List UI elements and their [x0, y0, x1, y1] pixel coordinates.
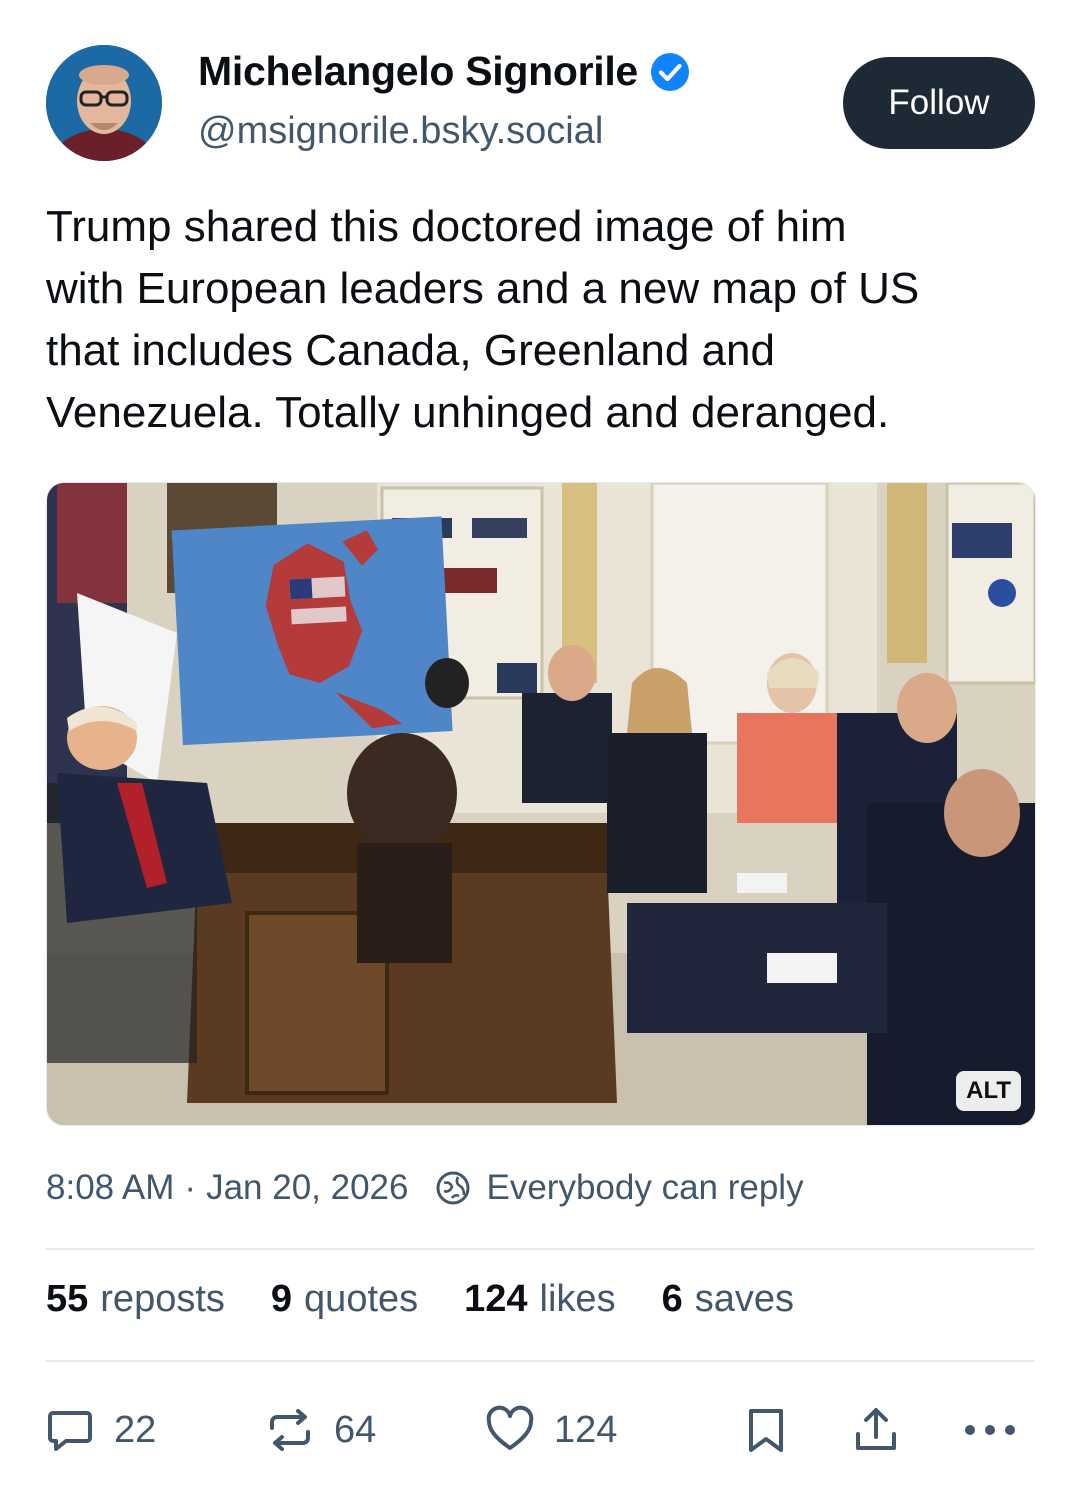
verified-check-icon[interactable] [650, 52, 690, 92]
divider [46, 1360, 1034, 1362]
post-text-line: Venezuela. Totally unhinged and deranged… [46, 388, 890, 437]
reply-icon [48, 1411, 92, 1451]
author-handle[interactable]: @msignorile.bsky.social [198, 110, 603, 153]
reposts-label: reposts [100, 1278, 225, 1320]
display-name-text: Michelangelo Signorile [198, 48, 638, 94]
repost-button[interactable]: 64 [264, 1395, 376, 1465]
post-meta: 8:08 AM · Jan 20, 2026 Everybody can rep… [46, 1168, 804, 1208]
quotes-stat[interactable]: 9 quotes [271, 1278, 418, 1321]
likes-count: 124 [464, 1278, 528, 1320]
bookmark-icon [749, 1409, 783, 1452]
post-text-line: Trump shared this doctored image of him [46, 202, 847, 251]
share-button[interactable] [850, 1395, 902, 1465]
author-avatar[interactable] [46, 45, 162, 161]
quotes-label: quotes [304, 1278, 419, 1320]
post-text: Trump shared this doctored image of him … [46, 196, 1046, 444]
reply-count: 22 [114, 1408, 157, 1451]
likes-label: likes [539, 1278, 616, 1320]
reply-setting-text: Everybody can reply [486, 1168, 804, 1207]
saves-label: saves [694, 1278, 794, 1320]
post-text-line: that includes Canada, Greenland and [46, 326, 775, 375]
avatar-image [46, 45, 162, 161]
saves-stat[interactable]: 6 saves [662, 1278, 794, 1321]
like-count: 124 [554, 1408, 618, 1451]
follow-button[interactable]: Follow [843, 57, 1035, 149]
post-date: Jan 20, 2026 [206, 1168, 409, 1207]
share-icon [856, 1408, 896, 1450]
repost-icon [270, 1409, 310, 1451]
reply-button[interactable]: 22 [44, 1395, 156, 1465]
more-options-button[interactable] [960, 1395, 1020, 1465]
reposts-count: 55 [46, 1278, 89, 1320]
post-action-bar: 22 64 124 [0, 1395, 1080, 1465]
quotes-count: 9 [270, 1278, 293, 1320]
likes-stat[interactable]: 124 likes [464, 1278, 615, 1321]
oval-office-photo [47, 483, 1035, 1125]
reply-setting[interactable]: Everybody can reply [434, 1168, 804, 1208]
like-button[interactable]: 124 [484, 1395, 617, 1465]
divider [46, 1248, 1034, 1250]
post-text-line: with European leaders and a new map of U… [46, 264, 920, 313]
alt-text-badge[interactable]: ALT [956, 1071, 1021, 1111]
post-time: 8:08 AM [46, 1168, 175, 1207]
repost-count: 64 [334, 1408, 377, 1451]
bookmark-button[interactable] [740, 1395, 792, 1465]
reposts-stat[interactable]: 55 reposts [46, 1278, 225, 1321]
post-thread-item: Michelangelo Signorile @msignorile.bsky.… [0, 0, 1080, 1505]
engagement-stats: 55 reposts 9 quotes 124 likes 6 saves [46, 1278, 794, 1321]
meta-separator: · [184, 1168, 197, 1207]
globe-icon [436, 1171, 470, 1205]
post-image[interactable]: ALT [46, 482, 1036, 1126]
ellipsis-icon [965, 1425, 1015, 1435]
author-display-name[interactable]: Michelangelo Signorile [198, 48, 690, 95]
saves-count: 6 [661, 1278, 683, 1320]
heart-icon [486, 1405, 534, 1450]
